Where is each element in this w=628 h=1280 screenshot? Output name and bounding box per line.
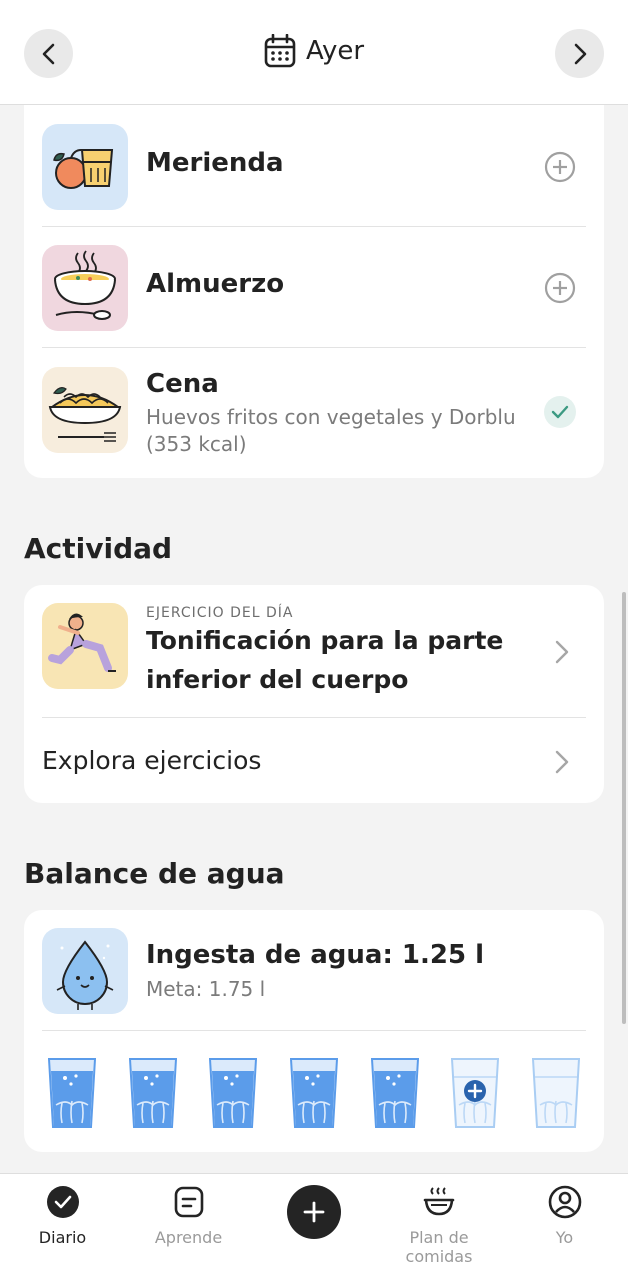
workout-of-day-row[interactable]: EJERCICIO DEL DÍA Tonificación para la p… xyxy=(42,603,586,701)
tab-aprende[interactable]: Aprende xyxy=(126,1174,251,1280)
water-glass-filled[interactable] xyxy=(128,1057,177,1129)
pasta-illustration xyxy=(42,367,128,453)
bottom-navigation: Diario Aprende Plan de comidas Yo xyxy=(0,1173,628,1280)
tab-label: Aprende xyxy=(154,1228,223,1247)
date-selector[interactable]: Ayer xyxy=(0,34,628,68)
check-icon xyxy=(551,405,569,419)
tab-label: Yo xyxy=(555,1228,574,1247)
tab-yo[interactable]: Yo xyxy=(502,1174,627,1280)
tab-plan-de-comidas[interactable]: Plan de comidas xyxy=(376,1174,502,1280)
add-circle-icon[interactable] xyxy=(544,151,576,183)
chevron-right-icon xyxy=(555,750,569,774)
meal-row-merienda[interactable]: Merienda xyxy=(42,124,586,210)
water-glass-add[interactable] xyxy=(451,1057,500,1129)
add-button[interactable] xyxy=(287,1185,341,1239)
water-goal-label: Meta: 1.75 l xyxy=(146,977,266,1001)
bowl-icon xyxy=(423,1187,455,1216)
add-circle-icon[interactable] xyxy=(544,272,576,304)
date-label: Ayer xyxy=(305,36,365,66)
meal-row-almuerzo[interactable]: Almuerzo xyxy=(42,245,586,331)
activity-section-title: Actividad xyxy=(24,532,173,565)
meal-name: Almuerzo xyxy=(146,269,285,299)
water-glass-filled[interactable] xyxy=(370,1057,419,1129)
plus-icon xyxy=(303,1201,325,1223)
activity-card: EJERCICIO DEL DÍA Tonificación para la p… xyxy=(24,585,604,803)
article-icon xyxy=(174,1186,203,1218)
workout-title: Tonificación para la parte inferior del … xyxy=(146,626,504,694)
calendar-icon xyxy=(264,34,296,68)
tab-label: Diario xyxy=(38,1228,87,1247)
snack-illustration xyxy=(42,124,128,210)
divider xyxy=(42,717,586,718)
explore-workouts-row[interactable]: Explora ejercicios xyxy=(42,731,586,791)
meal-row-cena[interactable]: Cena Huevos fritos con vegetales y Dorbl… xyxy=(42,367,586,457)
water-glass-filled[interactable] xyxy=(290,1057,338,1129)
water-glass-filled[interactable] xyxy=(209,1057,258,1129)
explore-workouts-label: Explora ejercicios xyxy=(42,746,262,775)
soup-illustration xyxy=(42,245,128,331)
logged-check-button[interactable] xyxy=(544,396,576,428)
water-intake-label: Ingesta de agua: 1.25 l xyxy=(146,940,484,970)
meal-name: Merienda xyxy=(146,148,284,178)
water-drop-illustration xyxy=(42,928,128,1014)
water-summary-row: Ingesta de agua: 1.25 l Meta: 1.75 l xyxy=(42,928,586,1014)
water-card: Ingesta de agua: 1.25 l Meta: 1.75 l xyxy=(24,910,604,1152)
meal-description: Huevos fritos con vegetales y Dorblu (35… xyxy=(146,405,516,456)
water-glasses-tracker xyxy=(48,1057,580,1129)
divider xyxy=(42,1030,586,1031)
water-glass-filled[interactable] xyxy=(48,1057,96,1129)
tab-label: Plan de comidas xyxy=(405,1228,473,1266)
meals-card: Merienda Almuerzo Cena Huevos fritos con… xyxy=(24,70,604,478)
chevron-right-icon xyxy=(555,640,569,664)
chevron-right-icon xyxy=(574,43,586,64)
scrollbar[interactable] xyxy=(622,592,626,1024)
divider xyxy=(42,347,586,348)
divider xyxy=(42,226,586,227)
next-day-button[interactable] xyxy=(555,29,604,78)
tab-diario[interactable]: Diario xyxy=(0,1174,125,1280)
check-circle-icon xyxy=(46,1186,79,1218)
meal-name: Cena xyxy=(146,369,219,399)
profile-icon xyxy=(548,1185,581,1219)
workout-illustration xyxy=(42,603,128,689)
top-bar: Ayer xyxy=(0,0,628,105)
water-glass-empty[interactable] xyxy=(532,1057,580,1129)
workout-eyebrow: EJERCICIO DEL DÍA xyxy=(146,605,294,621)
water-section-title: Balance de agua xyxy=(24,857,285,890)
